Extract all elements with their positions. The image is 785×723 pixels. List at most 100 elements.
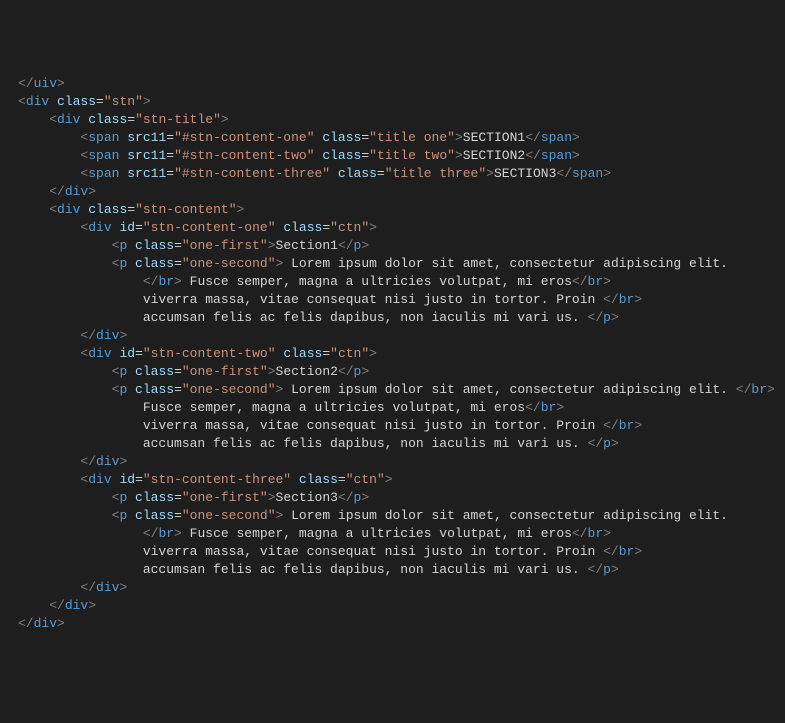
code-line[interactable]: </uiv>: [18, 75, 767, 93]
code-line[interactable]: <p class="one-first">Section2</p>: [18, 363, 767, 381]
code-line[interactable]: viverra massa, vitae consequat nisi just…: [18, 417, 767, 435]
token-elem: span: [88, 166, 127, 181]
token-tag: >: [88, 598, 96, 613]
code-line[interactable]: viverra massa, vitae consequat nisi just…: [18, 543, 767, 561]
token-eq: =: [338, 472, 346, 487]
token-elem: div: [88, 472, 119, 487]
token-eq: =: [174, 238, 182, 253]
token-eq: =: [377, 166, 385, 181]
token-tag: >: [143, 94, 151, 109]
token-tag: >: [119, 328, 127, 343]
token-eq: =: [166, 166, 174, 181]
token-tag: </: [603, 292, 619, 307]
token-attr: class: [299, 472, 338, 487]
token-attr: class: [88, 112, 127, 127]
token-elem: div: [65, 184, 88, 199]
token-elem: div: [88, 346, 119, 361]
token-txt: viverra massa, vitae consequat nisi just…: [143, 544, 603, 559]
token-eq: =: [135, 472, 143, 487]
code-line[interactable]: <div id="stn-content-one" class="ctn">: [18, 219, 767, 237]
token-tag: </: [572, 526, 588, 541]
code-line[interactable]: <div class="stn-title">: [18, 111, 767, 129]
token-tag: </: [603, 418, 619, 433]
token-str: "ctn": [330, 346, 369, 361]
token-elem: p: [119, 238, 135, 253]
token-tag: >: [57, 616, 65, 631]
token-str: "stn": [104, 94, 143, 109]
token-tag: </: [338, 490, 354, 505]
code-line[interactable]: <span src11="#stn-content-three" class="…: [18, 165, 767, 183]
token-tag: >: [361, 490, 369, 505]
token-tag: >: [611, 310, 619, 325]
code-line[interactable]: accumsan felis ac felis dapibus, non iac…: [18, 435, 767, 453]
token-str: "title one": [369, 130, 455, 145]
code-line[interactable]: accumsan felis ac felis dapibus, non iac…: [18, 309, 767, 327]
token-elem: p: [119, 256, 135, 271]
code-line[interactable]: </div>: [18, 327, 767, 345]
code-line[interactable]: <p class="one-second"> Lorem ipsum dolor…: [18, 507, 767, 525]
token-tag: >: [268, 364, 276, 379]
token-elem: p: [119, 490, 135, 505]
code-line[interactable]: <div class="stn">: [18, 93, 767, 111]
token-tag: </: [736, 382, 752, 397]
token-attr: class: [135, 256, 174, 271]
token-eq: =: [174, 364, 182, 379]
token-tag: </: [143, 274, 159, 289]
token-attr: id: [119, 346, 135, 361]
token-tag: <: [49, 112, 57, 127]
token-attr: class: [322, 130, 361, 145]
code-line[interactable]: Fusce semper, magna a ultricies volutpat…: [18, 399, 767, 417]
code-line[interactable]: </br> Fusce semper, magna a ultricies vo…: [18, 525, 767, 543]
token-str: "#stn-content-one": [174, 130, 322, 145]
token-tag: >: [369, 346, 377, 361]
token-elem: p: [603, 310, 611, 325]
token-tag: </: [80, 580, 96, 595]
token-tag: >: [572, 130, 580, 145]
code-line[interactable]: viverra massa, vitae consequat nisi just…: [18, 291, 767, 309]
token-elem: br: [588, 526, 604, 541]
token-tag: >: [634, 418, 642, 433]
token-tag: </: [18, 616, 34, 631]
token-str: "#stn-content-three": [174, 166, 338, 181]
token-elem: div: [57, 202, 88, 217]
token-eq: =: [166, 148, 174, 163]
token-attr: class: [283, 220, 322, 235]
token-eq: =: [127, 202, 135, 217]
token-tag: >: [119, 580, 127, 595]
code-line[interactable]: </div>: [18, 615, 767, 633]
code-line[interactable]: </div>: [18, 579, 767, 597]
token-eq: =: [174, 490, 182, 505]
code-line[interactable]: </div>: [18, 183, 767, 201]
code-line[interactable]: accumsan felis ac felis dapibus, non iac…: [18, 561, 767, 579]
token-elem: br: [588, 274, 604, 289]
token-txt: accumsan felis ac felis dapibus, non iac…: [143, 310, 588, 325]
code-line[interactable]: </br> Fusce semper, magna a ultricies vo…: [18, 273, 767, 291]
code-line[interactable]: </div>: [18, 453, 767, 471]
token-elem: br: [541, 400, 557, 415]
code-line[interactable]: </div>: [18, 597, 767, 615]
token-tag: >: [767, 382, 775, 397]
token-tag: >: [361, 364, 369, 379]
token-txt: Fusce semper, magna a ultricies volutpat…: [182, 274, 572, 289]
token-elem: br: [619, 418, 635, 433]
code-line[interactable]: <div id="stn-content-two" class="ctn">: [18, 345, 767, 363]
token-tag: </: [80, 328, 96, 343]
token-tag: >: [572, 148, 580, 163]
code-line[interactable]: <p class="one-first">Section1</p>: [18, 237, 767, 255]
token-tag: >: [611, 436, 619, 451]
code-line[interactable]: <p class="one-first">Section3</p>: [18, 489, 767, 507]
token-tag: </: [338, 364, 354, 379]
token-attr: class: [322, 148, 361, 163]
token-attr: class: [135, 508, 174, 523]
code-editor[interactable]: </uiv><div class="stn"> <div class="stn-…: [18, 75, 767, 633]
code-line[interactable]: <div id="stn-content-three" class="ctn">: [18, 471, 767, 489]
code-line[interactable]: <p class="one-second"> Lorem ipsum dolor…: [18, 255, 767, 273]
token-str: "#stn-content-two": [174, 148, 322, 163]
code-line[interactable]: <p class="one-second"> Lorem ipsum dolor…: [18, 381, 767, 399]
code-line[interactable]: <div class="stn-content">: [18, 201, 767, 219]
token-tag: </: [143, 526, 159, 541]
token-elem: span: [541, 130, 572, 145]
code-line[interactable]: <span src11="#stn-content-one" class="ti…: [18, 129, 767, 147]
token-elem: div: [96, 454, 119, 469]
code-line[interactable]: <span src11="#stn-content-two" class="ti…: [18, 147, 767, 165]
